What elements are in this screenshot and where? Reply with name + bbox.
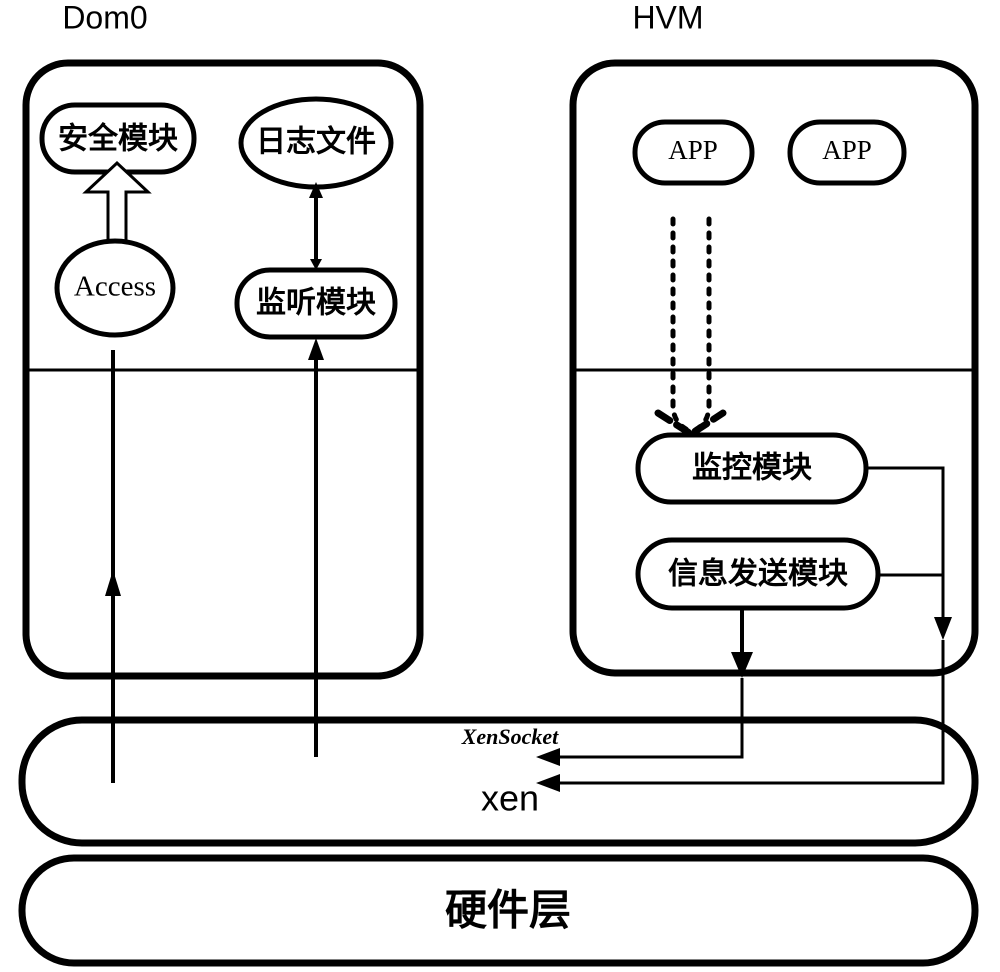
xen-layer-label: xen: [481, 778, 539, 819]
app-to-monitor-dotted-1: [670, 216, 693, 434]
hvm-title: HVM: [632, 0, 703, 35]
xen-lower-arrowhead: [536, 774, 560, 792]
xensocket-label: XenSocket: [461, 724, 559, 749]
app-2-label: APP: [822, 135, 872, 165]
monitor-to-bus-connector: [866, 466, 945, 625]
bus-to-xen-lower-connector: [556, 640, 945, 785]
access-to-security-block-arrow: [82, 160, 152, 247]
xensocket-arrowhead: [536, 748, 560, 766]
diagram-canvas: Dom0 HVM 安全模块 Access 日志文件 监听模块 APP APP 监…: [0, 0, 1000, 972]
hardware-layer-label: 硬件层: [445, 886, 571, 935]
info-send-module-label: 信息发送模块: [668, 557, 848, 592]
app-to-monitor-dashed-arrowhead: [654, 409, 727, 439]
log-file-label: 日志文件: [256, 125, 376, 160]
monitor-module-label: 监控模块: [692, 451, 812, 486]
app-to-monitor-dotted-2: [690, 216, 712, 434]
access-label: Access: [74, 271, 156, 303]
listen-module-label: 监听模块: [256, 286, 376, 321]
dom0-title: Dom0: [62, 0, 147, 35]
xensocket-to-listen-arrowhead: [308, 338, 324, 360]
security-module-label: 安全模块: [58, 122, 178, 157]
app-1-label: APP: [668, 135, 718, 165]
bus-down-arrowhead: [934, 617, 952, 640]
xen-to-dom0-left-arrowhead: [105, 570, 121, 596]
architecture-diagram: Dom0 HVM 安全模块 Access 日志文件 监听模块 APP APP 监…: [18, 0, 979, 967]
